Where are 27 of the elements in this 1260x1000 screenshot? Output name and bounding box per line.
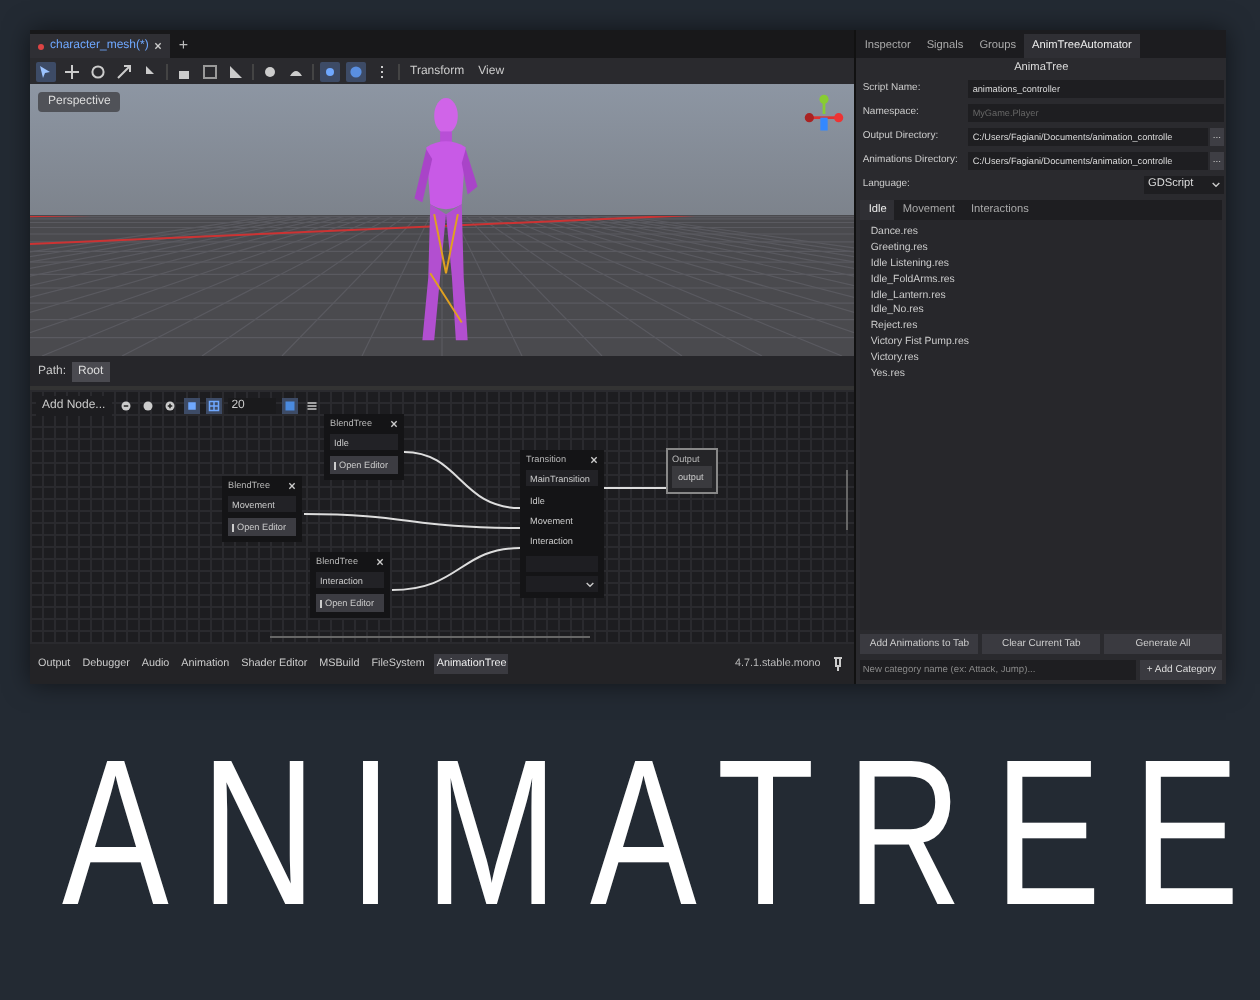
connection-line (601, 487, 669, 489)
scrollbar[interactable] (270, 636, 590, 638)
show-grid-icon[interactable] (205, 398, 222, 414)
axis-gizmo-icon[interactable] (802, 92, 847, 136)
close-icon[interactable] (376, 557, 384, 565)
select-arrow-icon[interactable] (36, 61, 56, 81)
zoom-in-icon[interactable] (161, 398, 178, 414)
minimap-icon[interactable] (281, 398, 298, 414)
close-icon[interactable] (390, 419, 398, 427)
new-tab-button[interactable]: + (178, 36, 189, 58)
close-icon[interactable] (154, 42, 163, 50)
zoom-reset-icon[interactable] (139, 398, 156, 414)
rotate-icon[interactable] (88, 61, 108, 81)
caret-icon (1212, 181, 1220, 187)
scrollbar[interactable] (846, 470, 849, 530)
caret-icon (586, 581, 594, 587)
connection-line (403, 451, 521, 509)
move-icon[interactable] (62, 61, 82, 81)
snap-grid-icon[interactable] (183, 398, 200, 414)
close-icon[interactable] (590, 455, 598, 463)
snap-icon[interactable] (320, 61, 340, 81)
close-icon[interactable] (288, 481, 296, 489)
grid-icon[interactable] (346, 61, 366, 81)
zoom-out-icon[interactable] (117, 398, 134, 414)
arrange-icon[interactable] (303, 398, 320, 414)
scale-icon[interactable] (114, 61, 134, 81)
connection-line (391, 547, 521, 591)
